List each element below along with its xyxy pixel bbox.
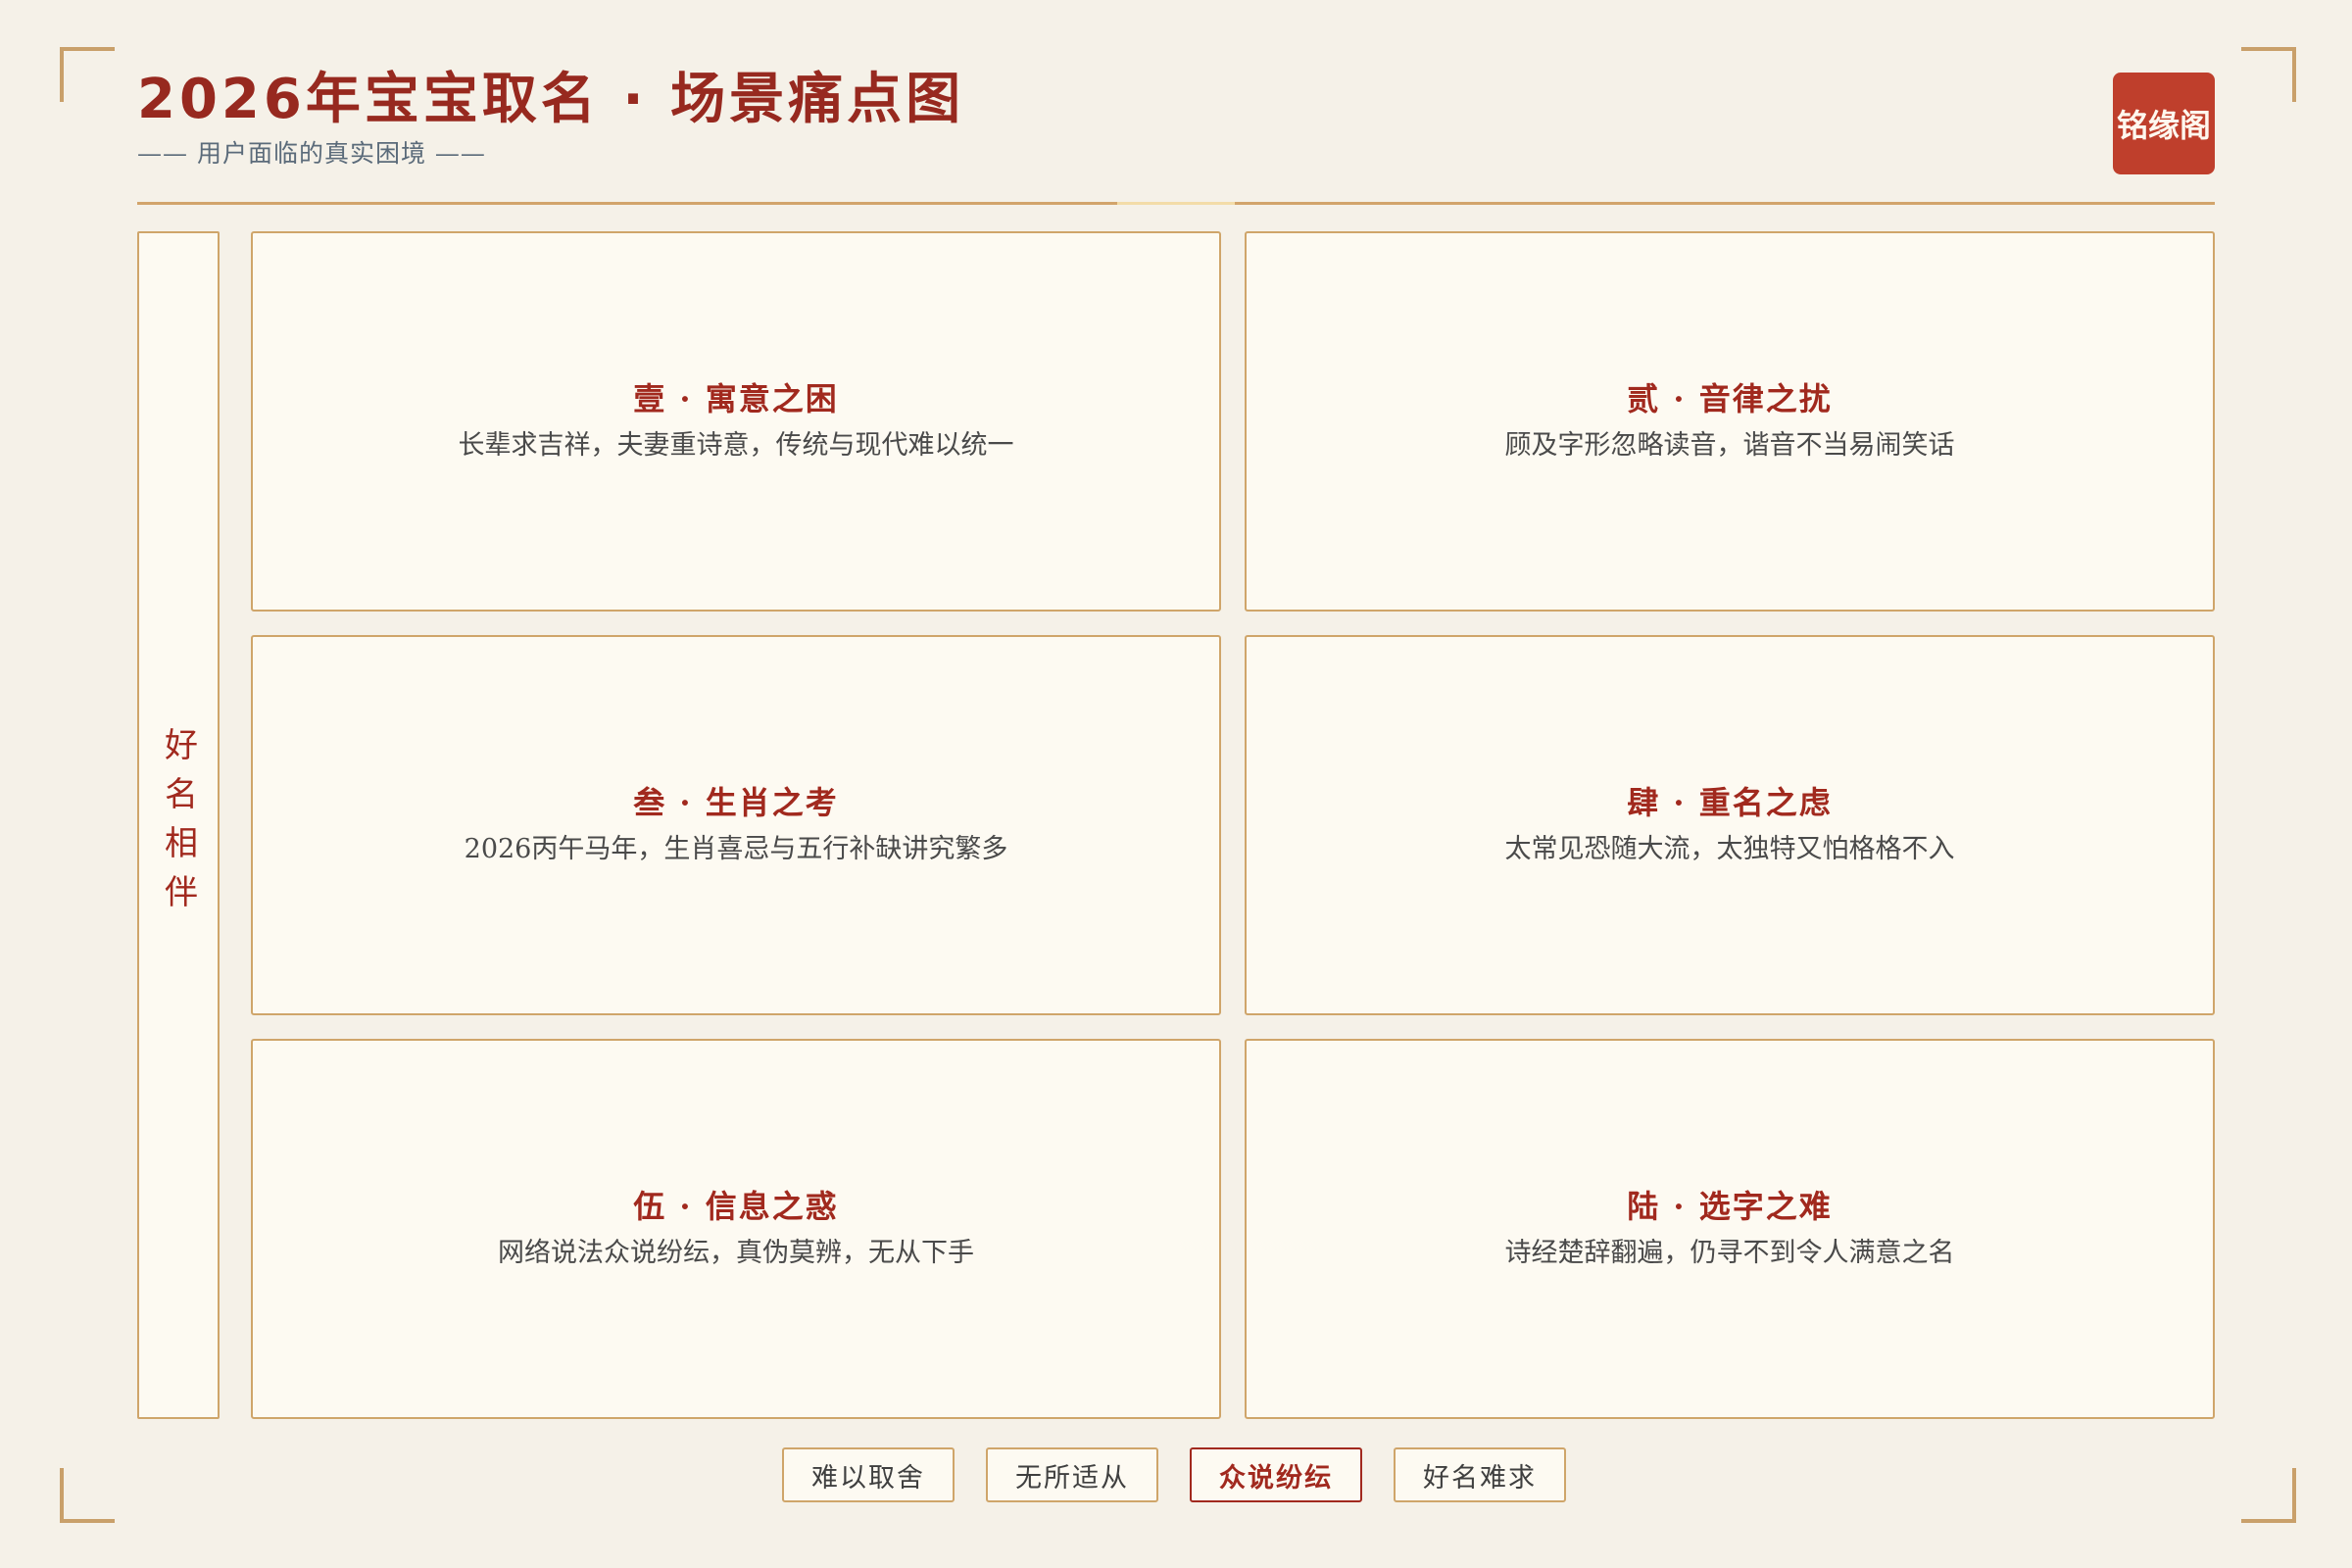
corner-ornament-bottom-right (2241, 1468, 2296, 1523)
pain-point-card: 陆 · 选字之难 诗经楚辞翻遍，仍寻不到令人满意之名 (1245, 1039, 2215, 1419)
card-title: 叁 · 生肖之考 (633, 784, 839, 821)
pain-point-card: 叁 · 生肖之考 2026丙午马年，生肖喜忌与五行补缺讲究繁多 (251, 635, 1221, 1015)
card-title: 贰 · 音律之扰 (1627, 380, 1833, 417)
card-description: 网络说法众说纷纭，真伪莫辨，无从下手 (498, 1238, 974, 1268)
card-title: 壹 · 寓意之困 (633, 380, 839, 417)
header-divider-highlight (1117, 202, 1235, 205)
card-title: 陆 · 选字之难 (1627, 1188, 1833, 1225)
tag-hao-ming-nan-qiu[interactable]: 好名难求 (1394, 1447, 1566, 1502)
side-label: 好名相伴 (158, 727, 198, 923)
card-description: 顾及字形忽略读音，谐音不当易闹笑话 (1504, 430, 1955, 461)
tag-wu-suo-shi-cong[interactable]: 无所适从 (986, 1447, 1158, 1502)
card-description: 太常见恐随大流，太独特又怕格格不入 (1504, 834, 1955, 864)
page-subtitle: —— 用户面临的真实困境 —— (137, 139, 486, 168)
page-title: 2026年宝宝取名 · 场景痛点图 (137, 68, 965, 131)
card-title: 伍 · 信息之惑 (633, 1188, 839, 1225)
pain-point-card: 肆 · 重名之虑 太常见恐随大流，太独特又怕格格不入 (1245, 635, 2215, 1015)
pain-point-card: 壹 · 寓意之困 长辈求吉祥，夫妻重诗意，传统与现代难以统一 (251, 231, 1221, 612)
side-panel: 好名相伴 (137, 231, 220, 1419)
corner-ornament-top-left (60, 47, 115, 102)
corner-ornament-top-right (2241, 47, 2296, 102)
card-description: 诗经楚辞翻遍，仍寻不到令人满意之名 (1504, 1238, 1955, 1268)
tag-zhong-shuo-fen-yun[interactable]: 众说纷纭 (1190, 1447, 1362, 1502)
card-description: 2026丙午马年，生肖喜忌与五行补缺讲究繁多 (464, 834, 1008, 864)
tag-nan-yi-qu-she[interactable]: 难以取舍 (782, 1447, 955, 1502)
card-title: 肆 · 重名之虑 (1627, 784, 1833, 821)
pain-point-card: 贰 · 音律之扰 顾及字形忽略读音，谐音不当易闹笑话 (1245, 231, 2215, 612)
brand-seal: 铭缘阁 (2113, 73, 2215, 174)
corner-ornament-bottom-left (60, 1468, 115, 1523)
pain-point-card: 伍 · 信息之惑 网络说法众说纷纭，真伪莫辨，无从下手 (251, 1039, 1221, 1419)
card-description: 长辈求吉祥，夫妻重诗意，传统与现代难以统一 (458, 430, 1014, 461)
